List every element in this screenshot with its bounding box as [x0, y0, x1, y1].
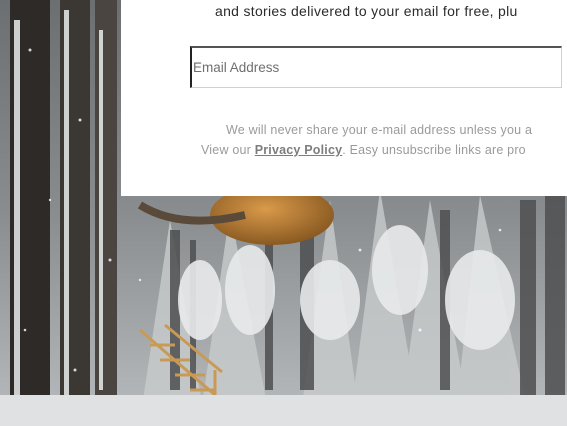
privacy-policy-link[interactable]: Privacy Policy [255, 143, 343, 157]
email-address-input[interactable] [190, 46, 562, 88]
privacy-line-2: View our Privacy Policy. Easy unsubscrib… [121, 140, 567, 160]
privacy-line-2-suffix: . Easy unsubscribe links are pro [342, 143, 526, 157]
privacy-line-2-prefix: View our [201, 143, 255, 157]
privacy-line-1: We will never share your e-mail address … [226, 123, 533, 137]
newsletter-signup-modal: and stories delivered to your email for … [121, 0, 567, 196]
signup-intro-text: and stories delivered to your email for … [215, 3, 518, 19]
privacy-notice: We will never share your e-mail address … [121, 120, 567, 160]
